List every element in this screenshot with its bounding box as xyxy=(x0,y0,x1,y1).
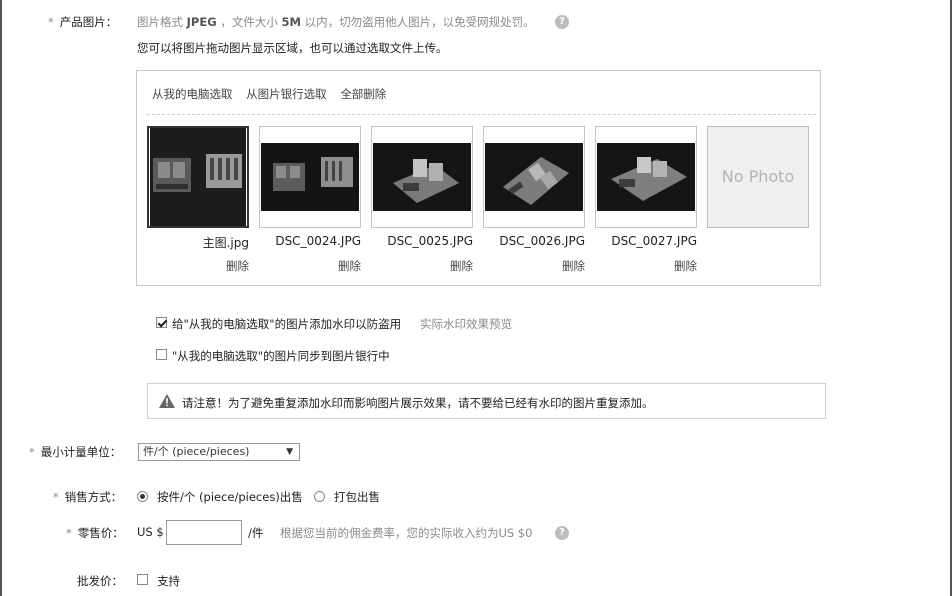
wholesale-price-label: 批发价： xyxy=(77,574,123,588)
watermark-label[interactable]: 给"从我的电脑选取"的图片添加水印以防盗用 xyxy=(172,316,401,332)
no-photo-label: No Photo xyxy=(721,167,795,186)
thumbnail-filename: DSC_0027.JPG xyxy=(611,234,697,248)
thumbnail-delete-link[interactable]: 删除 xyxy=(259,258,361,274)
sale-by-piece-label[interactable]: 按件/个 (piece/pieces)出售 xyxy=(157,489,303,505)
sale-by-piece-radio[interactable] xyxy=(137,491,148,502)
thumbnail-filename: 主图.jpg xyxy=(202,236,249,250)
thumbnail[interactable] xyxy=(259,126,361,228)
thumbnail[interactable] xyxy=(371,126,473,228)
watermark-preview-link[interactable]: 实际水印效果预览 xyxy=(420,316,512,332)
notice-text: 请注意！为了避免重复添加水印而影响图片展示效果，请不要给已经有水印的图片重复添加… xyxy=(182,396,654,410)
thumbnail-delete-link[interactable]: 删除 xyxy=(147,258,249,274)
thumbnail[interactable] xyxy=(483,126,585,228)
select-from-image-bank-link[interactable]: 从图片银行选取 xyxy=(246,87,327,101)
required-mark: * xyxy=(48,15,54,29)
retail-price-label: * 零售价： xyxy=(66,526,124,540)
sync-image-bank-label[interactable]: "从我的电脑选取"的图片同步到图片银行中 xyxy=(172,348,390,364)
retail-price-input[interactable] xyxy=(166,520,242,545)
income-estimate-hint: 根据您当前的佣金费率，您的实际收入约为US $0 xyxy=(280,526,533,540)
thumbnail[interactable] xyxy=(595,126,697,228)
product-photo xyxy=(261,143,359,211)
thumbnail-filename: DSC_0024.JPG xyxy=(275,234,361,248)
upload-links: 从我的电脑选取 从图片银行选取 全部删除 xyxy=(152,86,396,102)
product-image-label: * 产品图片： xyxy=(48,15,118,29)
sale-by-package-radio[interactable] xyxy=(314,491,325,502)
required-mark: * xyxy=(53,490,59,504)
required-mark: * xyxy=(66,526,72,540)
product-photo xyxy=(150,128,246,226)
wholesale-support-label[interactable]: 支持 xyxy=(157,573,180,589)
thumbnail-filename: DSC_0025.JPG xyxy=(387,234,473,248)
dropdown-arrow-icon: ▼ xyxy=(286,447,293,457)
thumbnail-delete-link[interactable]: 删除 xyxy=(595,258,697,274)
page-border-left xyxy=(0,0,2,596)
product-photo xyxy=(373,143,471,211)
image-format-hint: 图片格式 JPEG ，文件大小 5M 以内，切勿盗用他人图片，以免受网规处罚。 xyxy=(137,15,535,29)
thumbnail-filename: DSC_0026.JPG xyxy=(499,234,585,248)
delete-all-link[interactable]: 全部删除 xyxy=(340,87,386,101)
required-mark: * xyxy=(29,445,35,459)
image-upload-area[interactable]: 从我的电脑选取 从图片银行选取 全部删除 主图.jpg 删除 DSC_0024.… xyxy=(136,70,821,286)
thumbnail-delete-link[interactable]: 删除 xyxy=(483,258,585,274)
drag-upload-hint: 您可以将图片拖动图片显示区域，也可以通过选取文件上传。 xyxy=(137,41,448,55)
question-icon[interactable]: ? xyxy=(555,15,569,29)
sale-by-package-label[interactable]: 打包出售 xyxy=(334,489,380,505)
product-photo xyxy=(485,143,583,211)
product-photo xyxy=(597,143,695,211)
currency-label: US $ xyxy=(137,525,164,539)
question-icon[interactable]: ? xyxy=(555,526,569,540)
min-unit-label: * 最小计量单位： xyxy=(29,445,122,459)
select-from-computer-link[interactable]: 从我的电脑选取 xyxy=(152,87,233,101)
wholesale-support-checkbox[interactable] xyxy=(137,574,148,585)
divider xyxy=(147,114,816,115)
thumbnail-delete-link[interactable]: 删除 xyxy=(371,258,473,274)
empty-image-slot[interactable]: No Photo xyxy=(707,126,809,228)
thumbnail-main[interactable] xyxy=(147,126,249,228)
min-unit-select[interactable]: 件/个 (piece/pieces) ▼ xyxy=(138,443,300,461)
watermark-notice: 请注意！为了避免重复添加水印而影响图片展示效果，请不要给已经有水印的图片重复添加… xyxy=(147,383,826,419)
sale-method-label: * 销售方式： xyxy=(53,490,123,504)
min-unit-selected: 件/个 (piece/pieces) xyxy=(143,445,250,458)
watermark-checkbox[interactable] xyxy=(156,317,167,328)
warning-icon xyxy=(159,394,175,411)
price-unit-label: /件 xyxy=(248,526,264,540)
sync-image-bank-checkbox[interactable] xyxy=(156,349,167,360)
